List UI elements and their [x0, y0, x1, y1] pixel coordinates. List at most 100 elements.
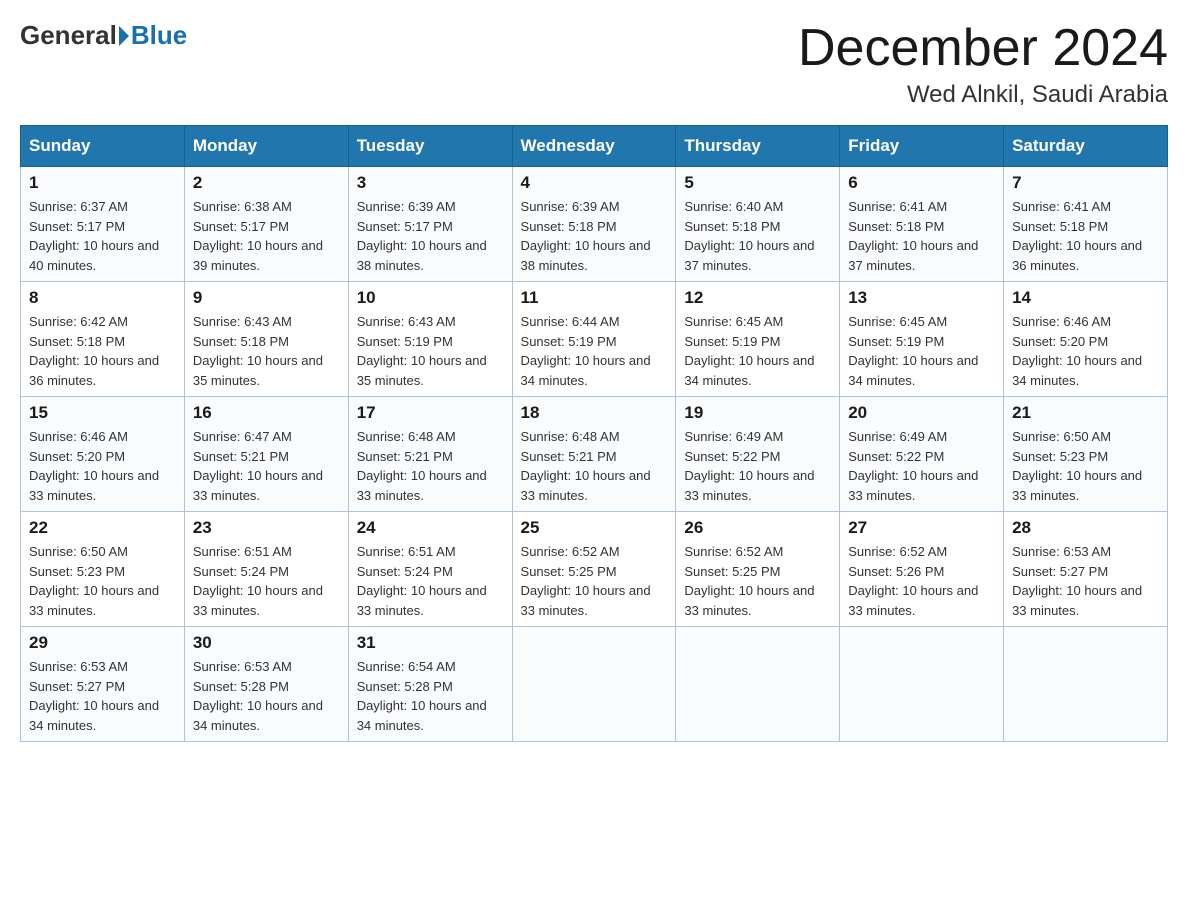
calendar-week-row: 1 Sunrise: 6:37 AM Sunset: 5:17 PM Dayli… [21, 167, 1168, 282]
day-number: 5 [684, 173, 831, 193]
calendar-cell: 11 Sunrise: 6:44 AM Sunset: 5:19 PM Dayl… [512, 282, 676, 397]
day-number: 12 [684, 288, 831, 308]
calendar-cell: 25 Sunrise: 6:52 AM Sunset: 5:25 PM Dayl… [512, 512, 676, 627]
calendar-cell [840, 627, 1004, 742]
calendar-cell: 28 Sunrise: 6:53 AM Sunset: 5:27 PM Dayl… [1004, 512, 1168, 627]
day-info: Sunrise: 6:51 AM Sunset: 5:24 PM Dayligh… [193, 542, 340, 620]
day-number: 3 [357, 173, 504, 193]
day-number: 25 [521, 518, 668, 538]
day-number: 22 [29, 518, 176, 538]
logo-general-text: General [20, 20, 117, 51]
day-info: Sunrise: 6:48 AM Sunset: 5:21 PM Dayligh… [521, 427, 668, 505]
day-number: 13 [848, 288, 995, 308]
col-tuesday: Tuesday [348, 126, 512, 167]
day-info: Sunrise: 6:45 AM Sunset: 5:19 PM Dayligh… [684, 312, 831, 390]
col-saturday: Saturday [1004, 126, 1168, 167]
calendar-cell: 18 Sunrise: 6:48 AM Sunset: 5:21 PM Dayl… [512, 397, 676, 512]
day-info: Sunrise: 6:52 AM Sunset: 5:26 PM Dayligh… [848, 542, 995, 620]
day-number: 6 [848, 173, 995, 193]
calendar-cell [1004, 627, 1168, 742]
day-info: Sunrise: 6:46 AM Sunset: 5:20 PM Dayligh… [1012, 312, 1159, 390]
day-info: Sunrise: 6:53 AM Sunset: 5:27 PM Dayligh… [1012, 542, 1159, 620]
calendar-cell: 10 Sunrise: 6:43 AM Sunset: 5:19 PM Dayl… [348, 282, 512, 397]
calendar-cell: 24 Sunrise: 6:51 AM Sunset: 5:24 PM Dayl… [348, 512, 512, 627]
day-number: 4 [521, 173, 668, 193]
day-info: Sunrise: 6:45 AM Sunset: 5:19 PM Dayligh… [848, 312, 995, 390]
calendar-cell: 12 Sunrise: 6:45 AM Sunset: 5:19 PM Dayl… [676, 282, 840, 397]
calendar-week-row: 15 Sunrise: 6:46 AM Sunset: 5:20 PM Dayl… [21, 397, 1168, 512]
day-number: 18 [521, 403, 668, 423]
calendar-cell: 20 Sunrise: 6:49 AM Sunset: 5:22 PM Dayl… [840, 397, 1004, 512]
day-number: 23 [193, 518, 340, 538]
day-number: 27 [848, 518, 995, 538]
day-info: Sunrise: 6:49 AM Sunset: 5:22 PM Dayligh… [848, 427, 995, 505]
calendar-header-row: Sunday Monday Tuesday Wednesday Thursday… [21, 126, 1168, 167]
calendar-cell: 21 Sunrise: 6:50 AM Sunset: 5:23 PM Dayl… [1004, 397, 1168, 512]
calendar-cell: 14 Sunrise: 6:46 AM Sunset: 5:20 PM Dayl… [1004, 282, 1168, 397]
day-number: 19 [684, 403, 831, 423]
col-thursday: Thursday [676, 126, 840, 167]
day-info: Sunrise: 6:53 AM Sunset: 5:27 PM Dayligh… [29, 657, 176, 735]
day-info: Sunrise: 6:47 AM Sunset: 5:21 PM Dayligh… [193, 427, 340, 505]
calendar-table: Sunday Monday Tuesday Wednesday Thursday… [20, 125, 1168, 742]
calendar-cell: 5 Sunrise: 6:40 AM Sunset: 5:18 PM Dayli… [676, 167, 840, 282]
day-info: Sunrise: 6:42 AM Sunset: 5:18 PM Dayligh… [29, 312, 176, 390]
calendar-cell: 22 Sunrise: 6:50 AM Sunset: 5:23 PM Dayl… [21, 512, 185, 627]
day-info: Sunrise: 6:52 AM Sunset: 5:25 PM Dayligh… [684, 542, 831, 620]
calendar-cell: 13 Sunrise: 6:45 AM Sunset: 5:19 PM Dayl… [840, 282, 1004, 397]
day-number: 17 [357, 403, 504, 423]
day-number: 15 [29, 403, 176, 423]
calendar-week-row: 29 Sunrise: 6:53 AM Sunset: 5:27 PM Dayl… [21, 627, 1168, 742]
calendar-title: December 2024 [798, 20, 1168, 77]
calendar-cell: 17 Sunrise: 6:48 AM Sunset: 5:21 PM Dayl… [348, 397, 512, 512]
day-number: 2 [193, 173, 340, 193]
calendar-cell: 1 Sunrise: 6:37 AM Sunset: 5:17 PM Dayli… [21, 167, 185, 282]
calendar-cell: 7 Sunrise: 6:41 AM Sunset: 5:18 PM Dayli… [1004, 167, 1168, 282]
day-number: 30 [193, 633, 340, 653]
day-info: Sunrise: 6:51 AM Sunset: 5:24 PM Dayligh… [357, 542, 504, 620]
day-number: 26 [684, 518, 831, 538]
day-number: 7 [1012, 173, 1159, 193]
calendar-cell: 2 Sunrise: 6:38 AM Sunset: 5:17 PM Dayli… [184, 167, 348, 282]
calendar-subtitle: Wed Alnkil, Saudi Arabia [798, 81, 1168, 109]
logo-triangle-icon [119, 26, 129, 46]
day-number: 20 [848, 403, 995, 423]
calendar-cell: 8 Sunrise: 6:42 AM Sunset: 5:18 PM Dayli… [21, 282, 185, 397]
calendar-cell: 29 Sunrise: 6:53 AM Sunset: 5:27 PM Dayl… [21, 627, 185, 742]
day-info: Sunrise: 6:48 AM Sunset: 5:21 PM Dayligh… [357, 427, 504, 505]
col-friday: Friday [840, 126, 1004, 167]
day-number: 1 [29, 173, 176, 193]
logo-blue-text: Blue [131, 20, 187, 51]
page-header: General Blue December 2024 Wed Alnkil, S… [20, 20, 1168, 109]
day-info: Sunrise: 6:39 AM Sunset: 5:18 PM Dayligh… [521, 197, 668, 275]
calendar-cell [676, 627, 840, 742]
calendar-cell: 30 Sunrise: 6:53 AM Sunset: 5:28 PM Dayl… [184, 627, 348, 742]
calendar-cell: 4 Sunrise: 6:39 AM Sunset: 5:18 PM Dayli… [512, 167, 676, 282]
day-info: Sunrise: 6:40 AM Sunset: 5:18 PM Dayligh… [684, 197, 831, 275]
day-number: 14 [1012, 288, 1159, 308]
day-number: 21 [1012, 403, 1159, 423]
day-info: Sunrise: 6:52 AM Sunset: 5:25 PM Dayligh… [521, 542, 668, 620]
day-info: Sunrise: 6:43 AM Sunset: 5:19 PM Dayligh… [357, 312, 504, 390]
calendar-week-row: 22 Sunrise: 6:50 AM Sunset: 5:23 PM Dayl… [21, 512, 1168, 627]
calendar-cell: 3 Sunrise: 6:39 AM Sunset: 5:17 PM Dayli… [348, 167, 512, 282]
calendar-cell: 23 Sunrise: 6:51 AM Sunset: 5:24 PM Dayl… [184, 512, 348, 627]
calendar-cell: 27 Sunrise: 6:52 AM Sunset: 5:26 PM Dayl… [840, 512, 1004, 627]
day-number: 28 [1012, 518, 1159, 538]
day-number: 8 [29, 288, 176, 308]
calendar-week-row: 8 Sunrise: 6:42 AM Sunset: 5:18 PM Dayli… [21, 282, 1168, 397]
day-info: Sunrise: 6:54 AM Sunset: 5:28 PM Dayligh… [357, 657, 504, 735]
col-sunday: Sunday [21, 126, 185, 167]
day-info: Sunrise: 6:44 AM Sunset: 5:19 PM Dayligh… [521, 312, 668, 390]
day-number: 29 [29, 633, 176, 653]
day-info: Sunrise: 6:50 AM Sunset: 5:23 PM Dayligh… [29, 542, 176, 620]
logo: General Blue [20, 20, 187, 51]
day-number: 10 [357, 288, 504, 308]
day-info: Sunrise: 6:50 AM Sunset: 5:23 PM Dayligh… [1012, 427, 1159, 505]
calendar-cell: 9 Sunrise: 6:43 AM Sunset: 5:18 PM Dayli… [184, 282, 348, 397]
calendar-cell: 31 Sunrise: 6:54 AM Sunset: 5:28 PM Dayl… [348, 627, 512, 742]
day-number: 16 [193, 403, 340, 423]
calendar-cell: 19 Sunrise: 6:49 AM Sunset: 5:22 PM Dayl… [676, 397, 840, 512]
day-number: 24 [357, 518, 504, 538]
calendar-cell: 26 Sunrise: 6:52 AM Sunset: 5:25 PM Dayl… [676, 512, 840, 627]
